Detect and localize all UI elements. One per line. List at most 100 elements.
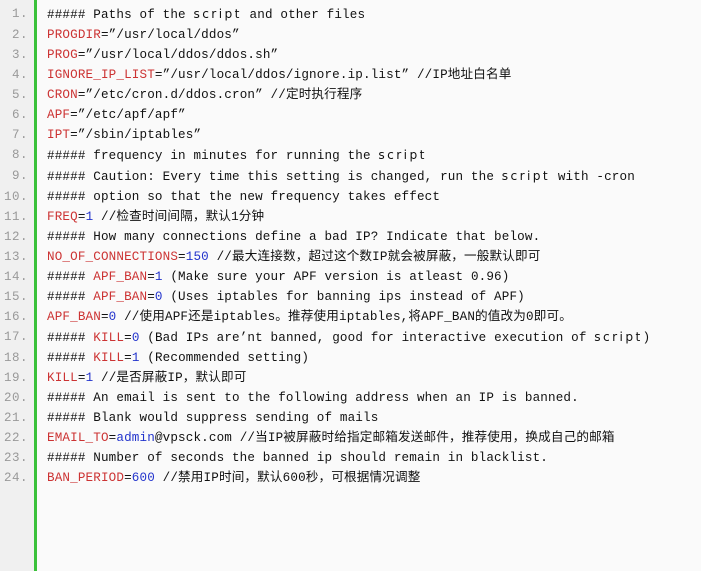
code-token-var: CRON: [47, 88, 78, 102]
code-token-plain: ##### Number of seconds the banned ip sh…: [47, 451, 548, 465]
code-line-content: APF_BAN=0 //使用APF还是iptables。推荐使用iptables…: [34, 307, 701, 327]
code-token-plain: ##### How many connections define a bad …: [47, 230, 541, 244]
code-line: 21. ##### Blank would suppress sending of…: [0, 408, 701, 428]
code-line: 23. ##### Number of seconds the banned ip…: [0, 448, 701, 468]
code-token-plain: //最大连接数，超过这个数IP就会被屏蔽，一般默认即可: [208, 250, 541, 264]
line-number: 17.: [3, 330, 28, 344]
code-token-alt: script: [594, 330, 643, 344]
code-line: 2. PROGDIR=”/usr/local/ddos”: [0, 25, 701, 45]
line-number: 22.: [3, 431, 28, 445]
code-token-num: 600: [131, 471, 155, 485]
code-token-plain: //检查时间间隔，默认1分钟: [93, 210, 265, 224]
code-line-content: ##### option so that the new frequency t…: [34, 187, 701, 207]
code-token-num: admin: [116, 431, 155, 445]
code-token-plain: =: [178, 250, 186, 264]
code-token-plain: =”/etc/cron.d/ddos.cron” //定时执行程序: [77, 88, 363, 102]
code-token-plain: ##### frequency in minutes for running t…: [47, 149, 379, 163]
code-token-alt: script: [193, 7, 242, 21]
code-token-var: APF_BAN: [47, 310, 101, 324]
code-token-var: EMAIL_TO: [47, 431, 109, 445]
code-line-content: NO_OF_CONNECTIONS=150 //最大连接数，超过这个数IP就会被…: [34, 247, 701, 267]
code-token-plain: #####: [47, 290, 94, 304]
line-number: 7.: [11, 128, 28, 142]
code-line-content: APF=”/etc/apf/apf”: [34, 105, 701, 125]
code-token-num: 150: [185, 250, 209, 264]
line-number: 11.: [3, 210, 28, 224]
code-line: 1. ##### Paths of the script and other fi…: [0, 4, 701, 25]
code-token-plain: ##### Caution: Every time this setting i…: [47, 170, 502, 184]
code-token-var: KILL: [47, 371, 78, 385]
line-number: 6.: [11, 108, 28, 122]
code-line: 11. FREQ=1 //检查时间间隔，默认1分钟: [0, 207, 701, 227]
code-line-content: IPT=”/sbin/iptables”: [34, 125, 701, 145]
code-token-plain: =”/usr/local/ddos/ddos.sh”: [77, 48, 279, 62]
code-token-var: IGNORE_IP_LIST: [47, 68, 155, 82]
line-number: 19.: [3, 371, 28, 385]
line-number: 13.: [3, 250, 28, 264]
code-line: 5. CRON=”/etc/cron.d/ddos.cron” //定时执行程序: [0, 85, 701, 105]
code-line-content: FREQ=1 //检查时间间隔，默认1分钟: [34, 207, 701, 227]
code-token-plain: ##### An email is sent to the following …: [47, 391, 579, 405]
code-token-plain: @vpsck.com //当IP被屏蔽时给指定邮箱发送邮件，推荐使用，换成自己的…: [154, 431, 615, 445]
code-token-plain: ##### option so that the new frequency t…: [47, 190, 441, 204]
code-token-var: NO_OF_CONNECTIONS: [47, 250, 179, 264]
code-token-plain: =: [124, 471, 132, 485]
line-number: 16.: [3, 310, 28, 324]
code-token-plain: =: [100, 310, 109, 324]
code-line-content: ##### KILL=1 (Recommended setting): [34, 348, 701, 368]
line-number: 4.: [11, 68, 28, 82]
line-number: 21.: [3, 411, 28, 425]
code-line: 22. EMAIL_TO=admin@vpsck.com //当IP被屏蔽时给指定…: [0, 428, 701, 448]
code-line-content: CRON=”/etc/cron.d/ddos.cron” //定时执行程序: [34, 85, 701, 105]
code-token-num: 1: [154, 270, 163, 284]
code-line: 15. ##### APF_BAN=0 (Uses iptables for ba…: [0, 287, 701, 307]
code-token-num: 1: [131, 351, 140, 365]
line-number: 1.: [11, 7, 28, 21]
code-token-plain: and other files: [241, 8, 366, 22]
code-line-content: ##### APF_BAN=0 (Uses iptables for banni…: [34, 287, 701, 307]
code-block[interactable]: 1. ##### Paths of the script and other fi…: [0, 0, 701, 571]
code-token-plain: =”/usr/local/ddos”: [100, 28, 240, 42]
code-token-plain: ): [642, 331, 651, 345]
line-number: 5.: [11, 88, 28, 102]
code-token-plain: #####: [47, 331, 94, 345]
line-number: 12.: [3, 230, 28, 244]
line-number: 14.: [3, 270, 28, 284]
code-token-plain: //是否屏蔽IP，默认即可: [93, 371, 247, 385]
code-token-plain: =: [77, 371, 86, 385]
code-token-plain: =: [124, 351, 132, 365]
code-token-plain: #####: [47, 270, 94, 284]
code-token-plain: ##### Blank would suppress sending of ma…: [47, 411, 379, 425]
code-line: 18. ##### KILL=1 (Recommended setting): [0, 348, 701, 368]
code-line-content: BAN_PERIOD=600 //禁用IP时间，默认600秒，可根据情况调整: [34, 468, 701, 488]
code-line-content: ##### How many connections define a bad …: [34, 227, 701, 247]
code-line: 20. ##### An email is sent to the followi…: [0, 388, 701, 408]
code-token-var: APF_BAN: [93, 270, 148, 284]
code-line-content: ##### KILL=0 (Bad IPs are’nt banned, goo…: [34, 327, 701, 348]
code-token-var: FREQ: [47, 210, 78, 224]
code-line-content: ##### Paths of the script and other file…: [34, 4, 701, 25]
code-token-alt: script: [501, 169, 551, 183]
code-token-plain: //禁用IP时间，默认600秒，可根据情况调整: [154, 471, 421, 485]
line-number: 18.: [3, 351, 28, 365]
code-line: 6. APF=”/etc/apf/apf”: [0, 105, 701, 125]
code-token-var: BAN_PERIOD: [47, 471, 125, 485]
code-line-content: PROGDIR=”/usr/local/ddos”: [34, 25, 701, 45]
code-token-num: 0: [131, 331, 140, 345]
code-token-var: KILL: [93, 331, 125, 345]
code-line-content: ##### Number of seconds the banned ip sh…: [34, 448, 701, 468]
code-token-plain: =: [77, 210, 86, 224]
code-line-content: ##### frequency in minutes for running t…: [34, 145, 701, 166]
code-token-plain: =: [147, 290, 155, 304]
line-number: 10.: [3, 190, 28, 204]
code-line: 9. ##### Caution: Every time this setting…: [0, 166, 701, 187]
code-token-var: KILL: [93, 351, 125, 365]
code-line: 13. NO_OF_CONNECTIONS=150 //最大连接数，超过这个数IP…: [0, 247, 701, 267]
code-token-plain: ##### Paths of the: [47, 8, 194, 22]
code-line: 17. ##### KILL=0 (Bad IPs are’nt banned, …: [0, 327, 701, 348]
code-line: 16. APF_BAN=0 //使用APF还是iptables。推荐使用iptab…: [0, 307, 701, 327]
code-line: 8. ##### frequency in minutes for running…: [0, 145, 701, 166]
line-number: 9.: [11, 169, 28, 183]
code-line-content: ##### An email is sent to the following …: [34, 388, 701, 408]
code-token-plain: =: [124, 331, 132, 345]
